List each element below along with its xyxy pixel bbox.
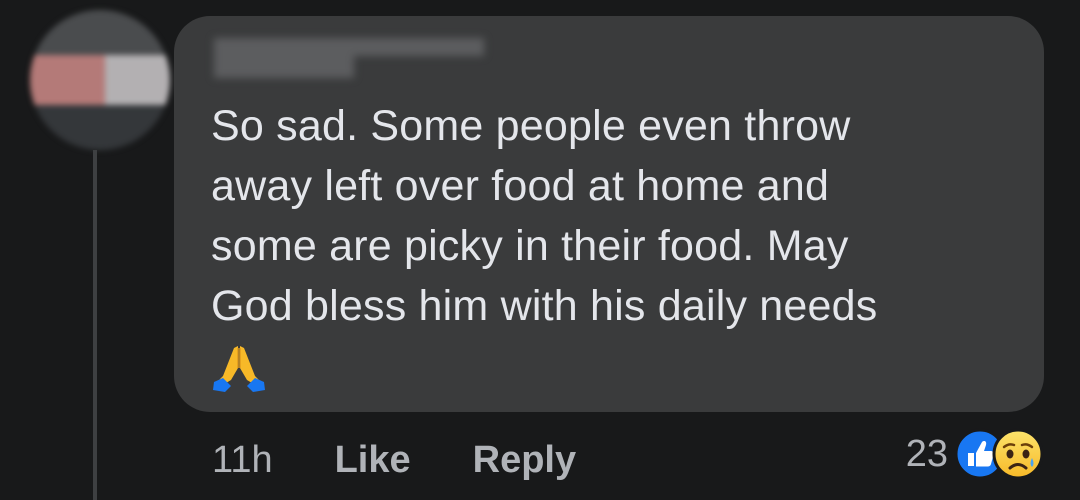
thread-line [93, 150, 97, 500]
comment-screen: So sad. Some people even throw away left… [0, 0, 1080, 500]
comment-actions: 11h Like Reply [212, 430, 576, 490]
reaction-summary[interactable]: 23 [906, 426, 1044, 482]
reply-button[interactable]: Reply [473, 439, 576, 482]
comment-line: God bless him with his daily needs [211, 282, 878, 330]
like-button[interactable]: Like [335, 439, 411, 482]
comment-line: away left over food at home and [211, 162, 830, 210]
comment-line: some are picky in their food. May [211, 222, 849, 270]
comment-line: So sad. Some people even throw [211, 102, 851, 150]
reaction-count: 23 [905, 432, 948, 475]
avatar[interactable] [30, 10, 170, 150]
comment-bubble: So sad. Some people even throw away left… [174, 16, 1044, 412]
comment-text: So sad. Some people even throw away left… [211, 96, 1011, 394]
sad-reaction-icon [992, 428, 1044, 480]
folded-hands-icon [213, 346, 265, 392]
commenter-name-redacted[interactable] [214, 34, 484, 84]
comment-timestamp[interactable]: 11h [212, 439, 273, 482]
